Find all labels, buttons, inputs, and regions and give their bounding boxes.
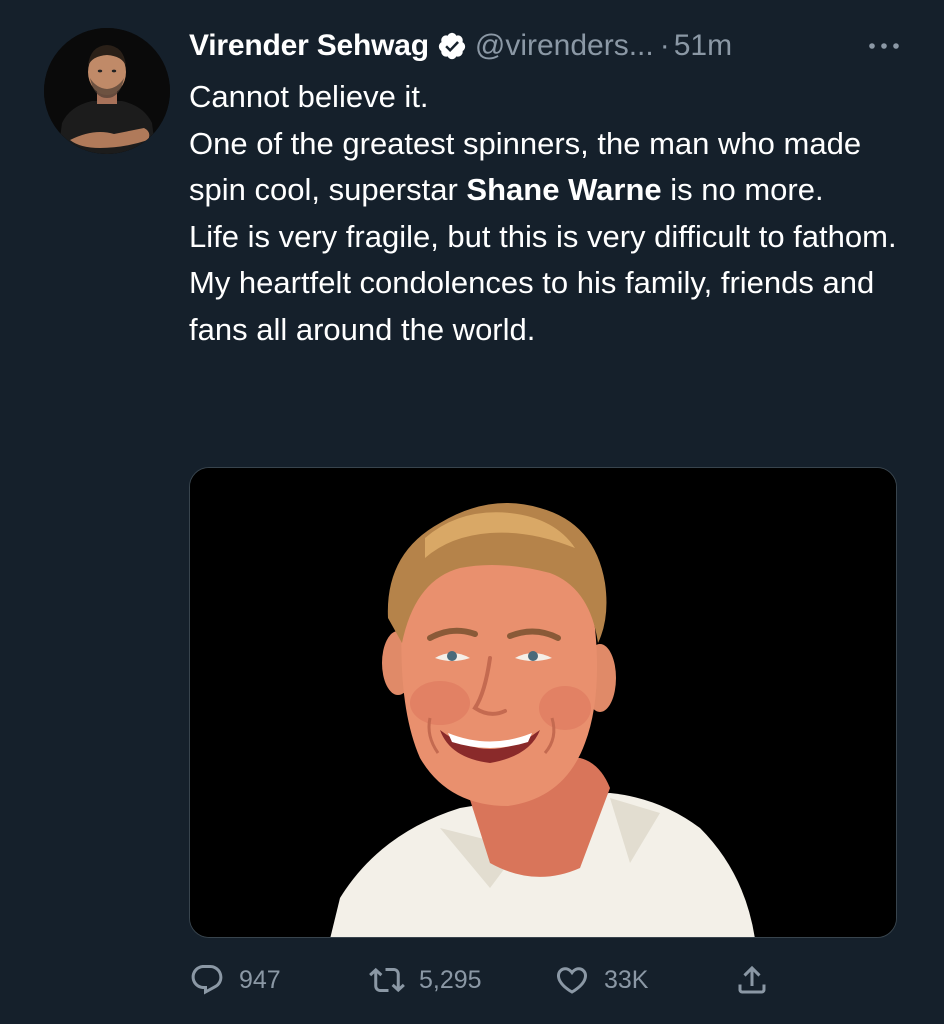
tweet-line-1: Cannot believe it. — [189, 79, 429, 114]
tweet-timestamp[interactable]: 51m — [674, 29, 732, 63]
like-button[interactable]: 33K — [554, 955, 648, 1005]
tweet: Virender Sehwag @virenders... · 51m Cann… — [0, 0, 944, 1024]
retweet-button[interactable]: 5,295 — [369, 955, 482, 1005]
tweet-highlight-name: Shane Warne — [466, 172, 662, 207]
tweet-media-image[interactable] — [189, 467, 897, 938]
retweet-icon — [369, 962, 405, 998]
like-count: 33K — [604, 965, 649, 994]
tweet-actions: 947 5,295 33K — [189, 955, 889, 1005]
retweet-count: 5,295 — [419, 965, 482, 994]
avatar-image — [44, 28, 170, 154]
display-name[interactable]: Virender Sehwag — [189, 29, 429, 63]
tweet-line-2: One of the greatest spinners, the man wh… — [189, 121, 904, 214]
reply-count: 947 — [239, 965, 281, 994]
separator-dot: · — [659, 29, 670, 62]
reply-icon — [189, 962, 225, 998]
share-icon — [734, 962, 770, 998]
portrait-photo — [190, 468, 896, 937]
heart-icon — [554, 962, 590, 998]
verified-badge-icon — [437, 31, 467, 61]
reply-button[interactable]: 947 — [189, 955, 281, 1005]
tweet-line-3: Life is very fragile, but this is very d… — [189, 218, 897, 347]
tweet-text: Cannot believe it. One of the greatest s… — [189, 74, 904, 353]
share-button[interactable] — [734, 955, 770, 1005]
author-avatar[interactable] — [44, 28, 170, 154]
tweet-line-2-end: is no more. — [661, 172, 824, 207]
more-options-icon[interactable] — [864, 36, 904, 56]
author-handle[interactable]: @virenders... — [475, 29, 654, 63]
tweet-header: Virender Sehwag @virenders... · 51m — [189, 24, 909, 68]
